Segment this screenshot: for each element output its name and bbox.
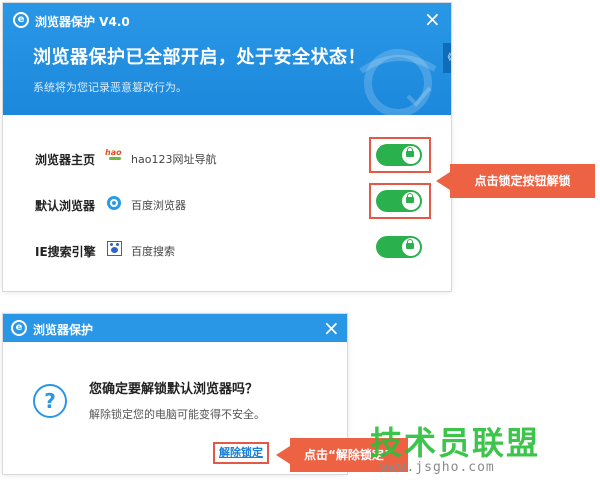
baidu-browser-icon <box>107 196 121 210</box>
status-subline: 系统将为您记录恶意篡改行为。 <box>33 81 187 94</box>
lock-toggle-default-browser[interactable] <box>376 190 422 212</box>
close-icon[interactable]: × <box>424 9 441 29</box>
dialog-question: 您确定要解锁默认浏览器吗？ <box>89 382 259 397</box>
dialog-header: e 浏览器保护 × <box>3 314 347 342</box>
callout-toggle-hint: 点击锁定按钮解锁 <box>450 164 595 198</box>
app-logo-icon: e <box>11 320 27 336</box>
hao123-icon: hao <box>105 148 125 166</box>
lock-icon <box>406 193 414 203</box>
row-value-ie-search: 百度搜索 <box>131 245 175 258</box>
row-value-default-browser: 百度浏览器 <box>131 199 186 212</box>
question-icon: ? <box>33 384 67 418</box>
side-collapse-tab[interactable]: 《 <box>443 43 452 73</box>
baidu-paw-icon <box>107 241 122 256</box>
callout-arrow <box>276 446 290 464</box>
window-title: 浏览器保护 V4.0 <box>35 15 130 29</box>
dialog-title: 浏览器保护 <box>33 323 94 337</box>
window-header: e 浏览器保护 V4.0 × 浏览器保护已全部开启，处于安全状态！ 系统将为您记… <box>3 3 451 115</box>
lock-toggle-homepage[interactable] <box>376 144 422 166</box>
unlock-button[interactable]: 解除锁定 <box>213 442 269 464</box>
row-label-homepage: 浏览器主页 <box>35 153 96 167</box>
browser-protection-window: e 浏览器保护 V4.0 × 浏览器保护已全部开启，处于安全状态！ 系统将为您记… <box>3 3 452 291</box>
shield-watermark-icon <box>359 49 437 115</box>
dialog-note: 解除锁定您的电脑可能变得不安全。 <box>89 408 265 421</box>
row-label-default-browser: 默认浏览器 <box>35 199 96 213</box>
callout-arrow <box>436 172 450 190</box>
row-label-ie-search: IE搜索引擎 <box>35 245 96 259</box>
lock-icon <box>406 147 414 157</box>
status-headline: 浏览器保护已全部开启，处于安全状态！ <box>33 47 366 68</box>
close-icon[interactable]: × <box>323 318 340 338</box>
watermark-brand: 技术员联盟 <box>370 424 541 462</box>
lock-toggle-ie-search[interactable] <box>376 236 422 258</box>
row-value-homepage: hao123网址导航 <box>131 153 217 166</box>
watermark-url: www.jsgho.com <box>380 460 495 475</box>
lock-icon <box>406 239 414 249</box>
app-logo-icon: e <box>13 12 29 28</box>
